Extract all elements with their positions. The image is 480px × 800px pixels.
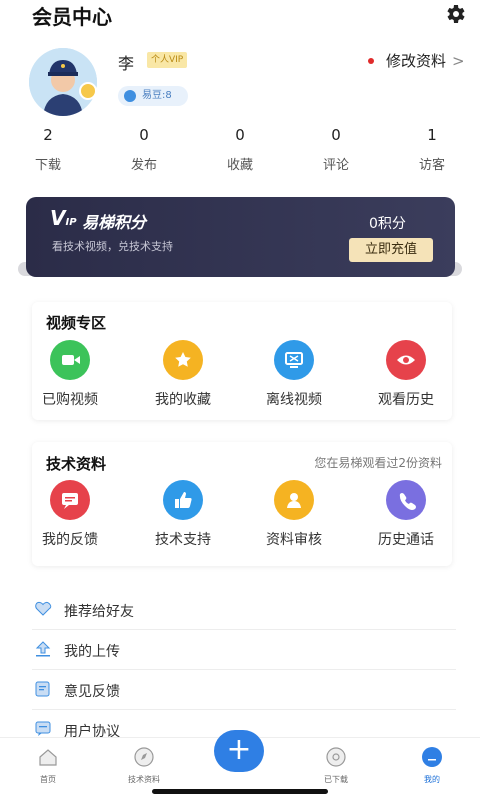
- tech-docs-section: 技术资料 您在易梯观看过2份资料 我的反馈 技术支持 资料审核 历史通话: [32, 442, 452, 566]
- tab-label: 我的: [424, 775, 440, 784]
- vip-logo-v: V: [50, 206, 66, 230]
- doc-review-button[interactable]: 资料审核: [244, 480, 344, 549]
- list-item-uploads[interactable]: 我的上传: [32, 630, 456, 670]
- stat-comments[interactable]: 0 评论: [306, 126, 366, 173]
- vip-card-title: 易梯积分: [82, 213, 147, 232]
- notification-dot-icon: [368, 57, 374, 64]
- page-title: 会员中心: [32, 5, 112, 29]
- thumbs-up-icon: [163, 480, 203, 520]
- stat-visitors[interactable]: 1 访客: [402, 126, 462, 173]
- watch-history-button[interactable]: 观看历史: [356, 340, 456, 409]
- stat-value: 1: [427, 126, 437, 144]
- video-section: 视频专区 已购视频 我的收藏 离线视频 观看历史: [32, 302, 452, 420]
- vip-logo: VIP: [50, 206, 77, 230]
- beans-count: 易豆:8: [142, 90, 172, 101]
- stat-published[interactable]: 0 发布: [114, 126, 174, 173]
- vip-logo-ip: IP: [65, 217, 77, 228]
- points-balance: 0积分: [369, 216, 406, 232]
- stat-label: 评论: [322, 158, 349, 173]
- top-bar: 会员中心: [0, 0, 480, 30]
- gear-icon[interactable]: [443, 2, 467, 26]
- list-label: 意见反馈: [64, 684, 120, 700]
- download-icon: [326, 747, 346, 767]
- grid-label: 资料审核: [266, 532, 322, 548]
- note-icon: [35, 681, 50, 697]
- stat-label: 访客: [418, 158, 445, 173]
- vip-points-card[interactable]: VIP 易梯积分 看技术视频，兑技术支持 0积分 立即充值: [26, 197, 455, 277]
- plus-icon: +: [226, 732, 252, 767]
- grid-label: 技术支持: [155, 532, 211, 548]
- stat-label: 下载: [34, 158, 61, 173]
- beans-badge[interactable]: 易豆:8: [118, 86, 188, 106]
- verified-badge-icon: [79, 82, 97, 100]
- upload-icon: [35, 641, 51, 657]
- tab-tech-docs[interactable]: 技术资料: [114, 746, 174, 785]
- grid-label: 离线视频: [266, 392, 322, 408]
- stat-label: 收藏: [226, 158, 253, 173]
- section-title: 视频专区: [46, 314, 107, 332]
- eye-icon: [386, 340, 426, 380]
- phone-icon: [386, 480, 426, 520]
- stat-favorites[interactable]: 0 收藏: [210, 126, 270, 173]
- grid-label: 观看历史: [378, 392, 434, 408]
- edit-profile-label: 修改资料: [386, 52, 447, 70]
- list-item-feedback[interactable]: 意见反馈: [32, 670, 456, 710]
- tab-label: 已下载: [324, 775, 348, 784]
- tab-home[interactable]: 首页: [18, 746, 78, 785]
- grid-label: 历史通话: [378, 532, 434, 548]
- tab-label: 技术资料: [128, 775, 160, 784]
- user-icon: [422, 747, 442, 767]
- call-history-button[interactable]: 历史通话: [356, 480, 456, 549]
- stat-value: 0: [235, 126, 245, 144]
- list-item-recommend[interactable]: 推荐给好友: [32, 590, 456, 630]
- stat-downloads[interactable]: 2 下载: [18, 126, 78, 173]
- list-label: 推荐给好友: [64, 604, 134, 620]
- tab-label: 首页: [40, 775, 56, 784]
- stat-value: 0: [331, 126, 341, 144]
- purchased-videos-button[interactable]: 已购视频: [20, 340, 120, 409]
- home-indicator: [152, 789, 328, 794]
- vip-badge: 个人VIP: [147, 52, 188, 68]
- tab-downloaded[interactable]: 已下载: [306, 746, 366, 785]
- monitor-icon: [274, 340, 314, 380]
- tech-support-button[interactable]: 技术支持: [133, 480, 233, 549]
- grid-label: 我的收藏: [155, 392, 211, 408]
- chevron-right-icon: >: [452, 51, 465, 70]
- person-icon: [274, 480, 314, 520]
- section-note: 您在易梯观看过2份资料: [314, 456, 442, 470]
- my-feedback-button[interactable]: 我的反馈: [20, 480, 120, 549]
- bean-icon: [124, 90, 136, 102]
- vip-card-subtitle: 看技术视频，兑技术支持: [52, 240, 173, 253]
- tab-mine[interactable]: 我的: [402, 746, 462, 785]
- user-name: 李: [118, 54, 135, 73]
- stat-value: 2: [43, 126, 53, 144]
- compass-icon: [134, 747, 154, 767]
- edit-profile-link[interactable]: 修改资料 >: [368, 50, 465, 71]
- stats-row: 2 下载 0 发布 0 收藏 0 评论 1 访客: [0, 126, 480, 176]
- stat-value: 0: [139, 126, 149, 144]
- stat-label: 发布: [130, 158, 157, 173]
- my-favorites-button[interactable]: 我的收藏: [133, 340, 233, 409]
- home-icon: [39, 749, 57, 766]
- video-camera-icon: [50, 340, 90, 380]
- list-label: 我的上传: [64, 644, 120, 660]
- section-title: 技术资料: [46, 455, 107, 473]
- feedback-icon: [50, 480, 90, 520]
- grid-label: 我的反馈: [42, 532, 98, 548]
- star-icon: [163, 340, 203, 380]
- offline-videos-button[interactable]: 离线视频: [244, 340, 344, 409]
- grid-label: 已购视频: [42, 392, 98, 408]
- heart-icon: [35, 601, 52, 616]
- message-icon: [35, 721, 51, 736]
- create-post-button[interactable]: +: [214, 730, 264, 772]
- recharge-button[interactable]: 立即充值: [349, 238, 433, 262]
